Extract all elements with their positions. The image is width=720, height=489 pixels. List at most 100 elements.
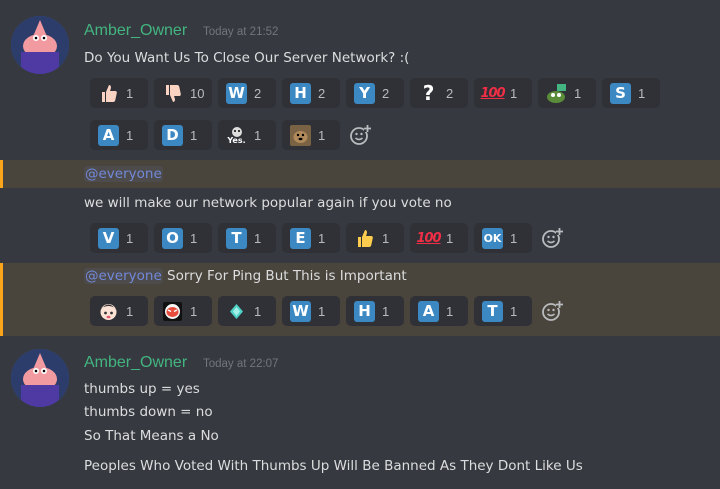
regional-indicator-t-icon: T bbox=[482, 300, 503, 322]
reaction-question[interactable]: ? 2 bbox=[410, 78, 468, 108]
reaction-count: 1 bbox=[446, 230, 454, 246]
reaction-count: 2 bbox=[318, 85, 326, 101]
yes-emoji-icon: Yes. bbox=[226, 125, 247, 146]
diamond-icon bbox=[226, 301, 247, 322]
reaction-red-face-custom[interactable]: 1 bbox=[154, 296, 212, 326]
reaction-count: 1 bbox=[510, 85, 518, 101]
add-reaction-button[interactable] bbox=[538, 223, 566, 253]
hundred-points-icon: 100 bbox=[480, 85, 505, 101]
reaction-thumbs-up-yellow[interactable]: 1 bbox=[346, 223, 404, 253]
hundred-points-icon: 100 bbox=[416, 230, 441, 246]
regional-indicator-t-icon: T bbox=[226, 227, 247, 249]
reaction-regional-s[interactable]: S 1 bbox=[602, 78, 660, 108]
reaction-count: 1 bbox=[574, 85, 582, 101]
reaction-regional-h[interactable]: H 1 bbox=[346, 296, 404, 326]
anime-girl-icon bbox=[98, 301, 119, 322]
mention-everyone[interactable]: @everyone bbox=[84, 166, 163, 182]
reaction-regional-w[interactable]: W 2 bbox=[218, 78, 276, 108]
question-mark-icon: ? bbox=[422, 81, 435, 105]
reaction-row: 1 10 W 2 H 2 Y 2 ? 2 100 1 1 S 1 bbox=[90, 78, 666, 108]
regional-indicator-h-icon: H bbox=[354, 300, 375, 322]
reaction-thumbs-up[interactable]: 1 bbox=[90, 78, 148, 108]
reaction-regional-h[interactable]: H 2 bbox=[282, 78, 340, 108]
reaction-count: 2 bbox=[382, 85, 390, 101]
add-reaction-button[interactable] bbox=[538, 296, 566, 326]
avatar[interactable] bbox=[11, 349, 69, 407]
author-name[interactable]: Amber_Owner bbox=[84, 22, 187, 40]
reaction-count: 2 bbox=[446, 85, 454, 101]
reaction-count: 1 bbox=[254, 303, 262, 319]
regional-indicator-w-icon: W bbox=[290, 300, 311, 322]
timestamp: Today at 22:07 bbox=[203, 358, 279, 370]
message-body: Sorry For Ping But This is Important bbox=[162, 268, 407, 284]
reaction-count: 2 bbox=[254, 85, 262, 101]
reaction-count: 1 bbox=[318, 230, 326, 246]
regional-indicator-e-icon: E bbox=[290, 227, 311, 249]
regional-indicator-v-icon: V bbox=[98, 227, 119, 249]
reaction-count: 1 bbox=[638, 85, 646, 101]
add-reaction-button[interactable] bbox=[346, 120, 374, 150]
regional-indicator-y-icon: Y bbox=[354, 82, 375, 104]
reaction-ok[interactable]: OK 1 bbox=[474, 223, 532, 253]
mention-everyone[interactable]: @everyone bbox=[84, 268, 163, 284]
regional-indicator-a-icon: A bbox=[98, 124, 119, 146]
thumbs-down-icon bbox=[162, 83, 183, 104]
mention-highlight-row: @everyone bbox=[0, 160, 720, 188]
regional-indicator-a-icon: A bbox=[418, 300, 439, 322]
reaction-regional-t[interactable]: T 1 bbox=[474, 296, 532, 326]
message-text: @everyone bbox=[84, 166, 163, 182]
add-reaction-icon bbox=[350, 125, 371, 145]
reaction-regional-v[interactable]: V 1 bbox=[90, 223, 148, 253]
reaction-regional-a[interactable]: A 1 bbox=[90, 120, 148, 150]
reaction-regional-t[interactable]: T 1 bbox=[218, 223, 276, 253]
reaction-thumbs-down[interactable]: 10 bbox=[154, 78, 212, 108]
add-reaction-icon bbox=[542, 301, 563, 321]
reaction-count: 1 bbox=[382, 303, 390, 319]
reaction-count: 1 bbox=[126, 85, 134, 101]
regional-indicator-h-icon: H bbox=[290, 82, 311, 104]
reaction-count: 1 bbox=[510, 303, 518, 319]
reaction-count: 1 bbox=[126, 230, 134, 246]
reaction-row: A 1 D 1 Yes. 1 1 bbox=[90, 120, 374, 150]
reaction-count: 1 bbox=[254, 230, 262, 246]
reaction-regional-a[interactable]: A 1 bbox=[410, 296, 468, 326]
reaction-row: 1 1 1 W 1 H 1 A 1 T 1 bbox=[90, 296, 566, 326]
red-face-icon bbox=[162, 301, 183, 322]
mention-bar bbox=[0, 160, 3, 188]
reaction-regional-e[interactable]: E 1 bbox=[282, 223, 340, 253]
reaction-row: V 1 O 1 T 1 E 1 1 100 1 OK 1 bbox=[90, 223, 566, 253]
pepe-yes-icon bbox=[546, 83, 567, 104]
reaction-regional-w[interactable]: W 1 bbox=[282, 296, 340, 326]
mention-bar bbox=[0, 263, 3, 336]
reaction-count: 10 bbox=[190, 85, 205, 101]
message-line: Peoples Who Voted With Thumbs Up Will Be… bbox=[84, 458, 583, 474]
thumbs-up-icon bbox=[354, 228, 375, 249]
reaction-count: 1 bbox=[190, 230, 198, 246]
avatar[interactable] bbox=[11, 16, 69, 74]
reaction-regional-d[interactable]: D 1 bbox=[154, 120, 212, 150]
add-reaction-icon bbox=[542, 228, 563, 248]
reaction-count: 1 bbox=[318, 303, 326, 319]
reaction-diamond-custom[interactable]: 1 bbox=[218, 296, 276, 326]
regional-indicator-o-icon: O bbox=[162, 227, 183, 249]
reaction-regional-y[interactable]: Y 2 bbox=[346, 78, 404, 108]
message-line: thumbs down = no bbox=[84, 404, 213, 420]
reaction-hundred[interactable]: 100 1 bbox=[474, 78, 532, 108]
reaction-count: 1 bbox=[190, 303, 198, 319]
reaction-pepe-yes[interactable]: 1 bbox=[538, 78, 596, 108]
reaction-dog-custom[interactable]: 1 bbox=[282, 120, 340, 150]
ok-button-icon: OK bbox=[482, 227, 503, 249]
reaction-count: 1 bbox=[254, 127, 262, 143]
regional-indicator-w-icon: W bbox=[226, 82, 247, 104]
author-name[interactable]: Amber_Owner bbox=[84, 354, 187, 372]
message-text: we will make our network popular again i… bbox=[84, 195, 452, 211]
reaction-count: 1 bbox=[126, 127, 134, 143]
reaction-regional-o[interactable]: O 1 bbox=[154, 223, 212, 253]
reaction-count: 1 bbox=[318, 127, 326, 143]
reaction-yes-custom[interactable]: Yes. 1 bbox=[218, 120, 276, 150]
message-line: So That Means a No bbox=[84, 428, 219, 444]
reaction-count: 1 bbox=[190, 127, 198, 143]
reaction-count: 1 bbox=[126, 303, 134, 319]
reaction-anime-girl[interactable]: 1 bbox=[90, 296, 148, 326]
reaction-hundred[interactable]: 100 1 bbox=[410, 223, 468, 253]
